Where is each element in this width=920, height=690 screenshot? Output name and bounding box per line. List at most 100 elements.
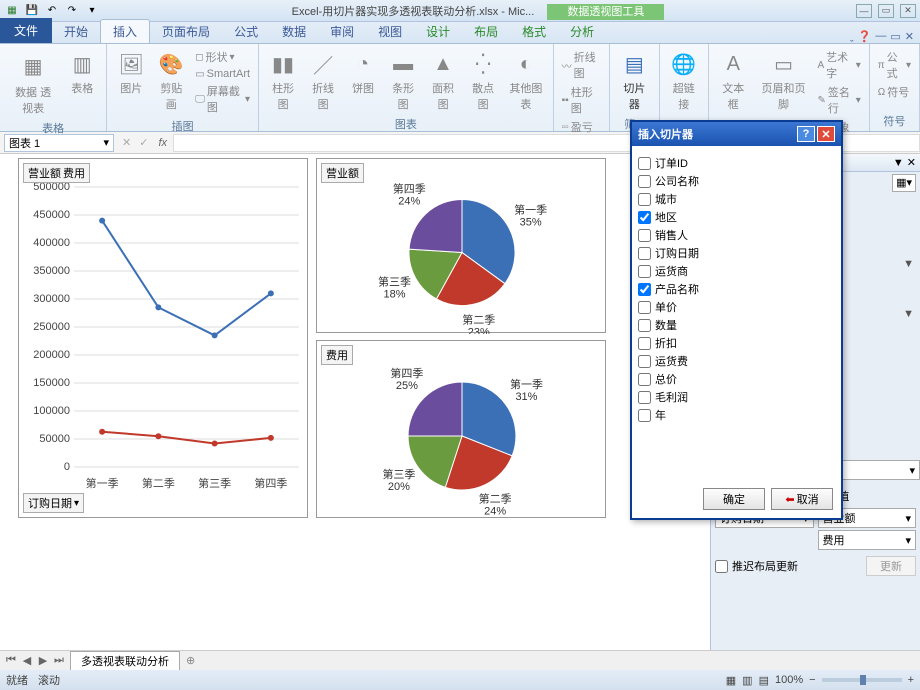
- first-sheet-icon[interactable]: ⏮: [4, 654, 18, 667]
- tab-data[interactable]: 数据: [270, 20, 318, 43]
- zoom-out-icon[interactable]: −: [809, 674, 815, 686]
- slicer-field-item[interactable]: 地区: [638, 208, 835, 226]
- smartart-button[interactable]: ▭ SmartArt: [193, 67, 252, 81]
- tab-format[interactable]: 格式: [510, 20, 558, 43]
- dialog-close-icon[interactable]: ✕: [817, 126, 835, 142]
- slicer-field-item[interactable]: 订单ID: [638, 154, 835, 172]
- wordart-button[interactable]: A 艺术字 ▾: [815, 48, 862, 82]
- scatter-chart-button[interactable]: ⁛散点图: [465, 48, 501, 114]
- view-pagebreak-icon[interactable]: ▤: [759, 674, 769, 687]
- slicer-checkbox[interactable]: [638, 319, 651, 332]
- slicer-checkbox[interactable]: [638, 157, 651, 170]
- bar-chart-button[interactable]: ▬条形图: [385, 48, 421, 114]
- slicer-field-item[interactable]: 折扣: [638, 334, 835, 352]
- zoom-value[interactable]: 100%: [775, 674, 803, 686]
- slicer-checkbox[interactable]: [638, 193, 651, 206]
- hyperlink-button[interactable]: 🌐超链接: [666, 48, 702, 115]
- clipart-button[interactable]: 🎨剪贴画: [153, 48, 189, 116]
- zoom-in-icon[interactable]: +: [908, 674, 914, 686]
- tab-layout[interactable]: 布局: [462, 20, 510, 43]
- doc-min-icon[interactable]: —: [875, 30, 886, 43]
- name-box[interactable]: 图表 1▾: [4, 134, 114, 152]
- minimize-icon[interactable]: —: [856, 4, 872, 18]
- slicer-field-item[interactable]: 单价: [638, 298, 835, 316]
- tab-formulas[interactable]: 公式: [222, 20, 270, 43]
- slicer-checkbox[interactable]: [638, 211, 651, 224]
- view-normal-icon[interactable]: ▦: [726, 674, 736, 687]
- sparkline-col-button[interactable]: ▪▪ 柱形图: [560, 83, 604, 117]
- picture-button[interactable]: 🖼图片: [113, 48, 149, 116]
- pie-chart-cost[interactable]: 费用 第一季31%第二季24%第三季20%第四季25%: [316, 340, 606, 518]
- restore-icon[interactable]: ▭: [878, 4, 894, 18]
- doc-close-icon[interactable]: ✕: [905, 30, 914, 43]
- equation-button[interactable]: π 公式 ▾: [876, 48, 913, 82]
- tab-file[interactable]: 文件: [0, 18, 52, 43]
- tab-view[interactable]: 视图: [366, 20, 414, 43]
- slicer-field-item[interactable]: 总价: [638, 370, 835, 388]
- fieldpane-layout-icon[interactable]: ▦▾: [892, 174, 916, 192]
- filter-icon-2[interactable]: ▼: [903, 308, 914, 320]
- line-chart-button[interactable]: ／折线图: [305, 48, 341, 114]
- pie-chart-revenue[interactable]: 营业额 第一季35%第二季23%第三季18%第四季24%: [316, 158, 606, 333]
- slicer-checkbox[interactable]: [638, 283, 651, 296]
- slicer-checkbox[interactable]: [638, 391, 651, 404]
- column-chart-button[interactable]: ▮▮柱形图: [265, 48, 301, 114]
- dialog-help-icon[interactable]: ?: [797, 126, 815, 142]
- defer-checkbox[interactable]: [715, 560, 728, 573]
- update-button[interactable]: 更新: [866, 556, 916, 576]
- filter-icon[interactable]: ▼: [903, 258, 914, 270]
- slicer-field-item[interactable]: 订购日期: [638, 244, 835, 262]
- screenshot-button[interactable]: 🖵 屏幕截图 ▾: [193, 82, 252, 116]
- pivottable-button[interactable]: ▦数据 透视表: [6, 48, 60, 118]
- new-sheet-icon[interactable]: ⊕: [180, 654, 201, 667]
- fieldpane-close-icon[interactable]: ▼ ✕: [893, 156, 916, 169]
- value-field-2[interactable]: 费用▾: [818, 530, 917, 550]
- zoom-slider[interactable]: [822, 678, 902, 682]
- slicer-checkbox[interactable]: [638, 265, 651, 278]
- tab-design[interactable]: 设计: [414, 20, 462, 43]
- qat-more-icon[interactable]: ▾: [84, 3, 100, 19]
- slicer-checkbox[interactable]: [638, 355, 651, 368]
- slicer-field-item[interactable]: 城市: [638, 190, 835, 208]
- slicer-checkbox[interactable]: [638, 301, 651, 314]
- line-chart[interactable]: 营业额 费用 050000100000150000200000250000300…: [18, 158, 308, 518]
- sheet-tab-1[interactable]: 多透视表联动分析: [70, 651, 180, 670]
- prev-sheet-icon[interactable]: ◀: [20, 654, 34, 667]
- symbol-button[interactable]: Ω 符号: [876, 83, 913, 101]
- slicer-checkbox[interactable]: [638, 337, 651, 350]
- cancel-button[interactable]: ⬅取消: [771, 488, 833, 510]
- view-pagelayout-icon[interactable]: ▥: [742, 674, 752, 687]
- slicer-checkbox[interactable]: [638, 175, 651, 188]
- slicer-checkbox[interactable]: [638, 229, 651, 242]
- line-chart-filter[interactable]: 订购日期 ▾: [23, 493, 84, 513]
- tab-review[interactable]: 审阅: [318, 20, 366, 43]
- undo-icon[interactable]: ↶: [44, 3, 60, 19]
- slicer-checkbox[interactable]: [638, 409, 651, 422]
- help-icon[interactable]: ❓: [858, 30, 872, 43]
- slicer-field-item[interactable]: 销售人: [638, 226, 835, 244]
- fx-icon[interactable]: fx: [152, 137, 173, 149]
- pie1-legend[interactable]: 营业额: [321, 163, 364, 183]
- slicer-checkbox[interactable]: [638, 247, 651, 260]
- other-chart-button[interactable]: ◐其他图表: [505, 48, 547, 114]
- slicer-field-item[interactable]: 产品名称: [638, 280, 835, 298]
- signature-button[interactable]: ✎ 签名行 ▾: [815, 83, 862, 117]
- enter-formula-icon[interactable]: ✓: [135, 136, 152, 149]
- slicer-field-item[interactable]: 数量: [638, 316, 835, 334]
- table-button[interactable]: ▥表格: [64, 48, 100, 118]
- shapes-button[interactable]: ◻ 形状 ▾: [193, 48, 252, 66]
- slicer-checkbox[interactable]: [638, 373, 651, 386]
- slicer-field-item[interactable]: 年: [638, 406, 835, 424]
- tab-home[interactable]: 开始: [52, 20, 100, 43]
- sparkline-line-button[interactable]: 〰 折线图: [560, 48, 604, 82]
- area-chart-button[interactable]: ▲面积图: [425, 48, 461, 114]
- save-icon[interactable]: 💾: [24, 3, 40, 19]
- next-sheet-icon[interactable]: ▶: [36, 654, 50, 667]
- slicer-field-item[interactable]: 公司名称: [638, 172, 835, 190]
- tab-pagelayout[interactable]: 页面布局: [150, 20, 222, 43]
- slicer-field-item[interactable]: 运货商: [638, 262, 835, 280]
- redo-icon[interactable]: ↷: [64, 3, 80, 19]
- slicer-button[interactable]: ▤切片器: [616, 48, 652, 114]
- cancel-formula-icon[interactable]: ✕: [118, 136, 135, 149]
- tab-analyze[interactable]: 分析: [558, 20, 606, 43]
